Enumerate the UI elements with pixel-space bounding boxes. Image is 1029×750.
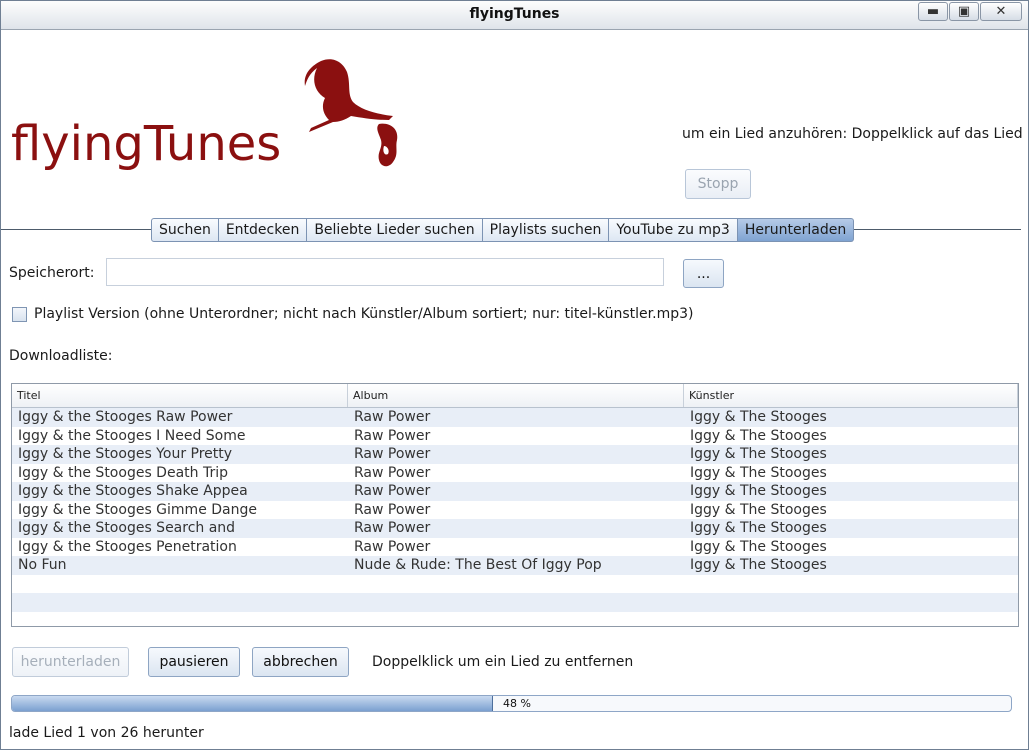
table-row[interactable]: Iggy & the Stooges Search and Raw Power Ig… [12, 519, 1018, 538]
cancel-button[interactable]: abbrechen [252, 647, 349, 677]
table-row-empty [12, 611, 1018, 626]
cell-artist: Iggy & The Stooges [690, 483, 827, 499]
cell-artist: Iggy & The Stooges [690, 501, 827, 518]
table-row[interactable]: Iggy & the Stooges Death Trip Raw Power Ig… [12, 463, 1018, 482]
cell-album: Nude & Rude: The Best Of Iggy Pop [354, 557, 602, 573]
cell-artist: Iggy & The Stooges [690, 427, 827, 444]
cell-title: Iggy & the Stooges Gimme Dange [18, 501, 257, 518]
logo-text: flyingTunes [11, 116, 282, 172]
cell-album: Raw Power [354, 446, 431, 462]
remove-hint: Doppelklick um ein Lied zu entfernen [372, 654, 634, 670]
table-row[interactable]: Iggy & the Stooges Penetration Raw Power I… [12, 537, 1018, 556]
cell-artist: Iggy & The Stooges [690, 538, 827, 555]
progress-text: 48 % [503, 697, 531, 710]
cell-album: Raw Power [354, 520, 431, 536]
cell-title: No Fun [18, 557, 67, 573]
title-bar[interactable]: flyingTunes ▬ ▣ ✕ [1, 1, 1028, 30]
window-title: flyingTunes [469, 6, 560, 22]
status-text: lade Lied 1 von 26 herunter [9, 725, 204, 741]
table-row-empty [12, 593, 1018, 612]
column-header-artist[interactable]: Künstler [684, 384, 1018, 407]
download-progress-bar: 48 % [11, 695, 1012, 712]
table-header: Titel Album Künstler [12, 384, 1018, 408]
table-body: Iggy & the Stooges Raw Power Raw Power Igg… [12, 408, 1018, 626]
tab-herunterladen[interactable]: Herunterladen [737, 218, 855, 242]
progress-fill [12, 696, 493, 711]
tab-entdecken[interactable]: Entdecken [218, 218, 308, 242]
download-button[interactable]: herunterladen [12, 647, 129, 677]
table-row[interactable]: No Fun Nude & Rude: The Best Of Iggy Pop I… [12, 556, 1018, 575]
browse-button[interactable]: ... [683, 259, 724, 288]
cell-album: Raw Power [354, 464, 431, 481]
bird-icon [304, 59, 398, 167]
cell-album: Raw Power [354, 409, 431, 425]
table-row[interactable]: Iggy & the Stooges Raw Power Raw Power Igg… [12, 408, 1018, 427]
cell-title: Iggy & the Stooges Search and [18, 520, 236, 536]
cell-album: Raw Power [354, 483, 431, 499]
cell-artist: Iggy & The Stooges [690, 557, 827, 573]
tab-playlists[interactable]: Playlists suchen [482, 218, 610, 242]
maximize-button[interactable]: ▣ [949, 2, 979, 21]
cell-title: Iggy & the Stooges Penetration [18, 538, 237, 555]
table-row-empty [12, 574, 1018, 593]
column-header-album[interactable]: Album [348, 384, 684, 407]
cell-album: Raw Power [354, 538, 431, 555]
cell-artist: Iggy & The Stooges [690, 446, 827, 462]
cell-artist: Iggy & The Stooges [690, 409, 827, 425]
table-row[interactable]: Iggy & the Stooges I Need Some Raw Power I… [12, 426, 1018, 445]
playlist-checkbox[interactable] [12, 307, 27, 322]
location-label: Speicherort: [9, 265, 95, 281]
download-table[interactable]: Titel Album Künstler Iggy & the Stooges … [11, 383, 1019, 627]
playlist-checkbox-label: Playlist Version (ohne Unterordner; nich… [34, 306, 694, 322]
play-hint: um ein Lied anzuhören: Doppelklick auf d… [682, 126, 1023, 142]
tab-beliebte-lieder[interactable]: Beliebte Lieder suchen [307, 218, 483, 242]
table-row[interactable]: Iggy & the Stooges Gimme Dange Raw Power I… [12, 500, 1018, 519]
pause-button[interactable]: pausieren [148, 647, 240, 677]
close-button[interactable]: ✕ [980, 2, 1022, 21]
cell-title: Iggy & the Stooges Death Trip [18, 464, 228, 481]
tab-suchen[interactable]: Suchen [151, 218, 219, 242]
cell-album: Raw Power [354, 427, 431, 444]
tab-youtube-mp3[interactable]: YouTube zu mp3 [609, 218, 738, 242]
stop-button[interactable]: Stopp [685, 169, 751, 199]
column-header-title[interactable]: Titel [12, 384, 348, 407]
cell-title: Iggy & the Stooges Raw Power [18, 409, 233, 425]
minimize-button[interactable]: ▬ [918, 2, 948, 21]
cell-title: Iggy & the Stooges I Need Some [18, 427, 246, 444]
app-logo: flyingTunes [11, 56, 411, 181]
download-list-label: Downloadliste: [9, 348, 113, 364]
table-row[interactable]: Iggy & the Stooges Your Pretty Raw Power I… [12, 445, 1018, 464]
location-input[interactable] [106, 258, 664, 286]
app-window: flyingTunes ▬ ▣ ✕ flyingTunes um ein Lie… [0, 0, 1029, 750]
cell-artist: Iggy & The Stooges [690, 464, 827, 481]
cell-title: Iggy & the Stooges Shake Appea [18, 483, 248, 499]
cell-artist: Iggy & The Stooges [690, 520, 827, 536]
tab-bar: Suchen Entdecken Beliebte Lieder suchen … [151, 218, 855, 242]
table-row[interactable]: Iggy & the Stooges Shake Appea Raw Power I… [12, 482, 1018, 501]
cell-title: Iggy & the Stooges Your Pretty [18, 446, 233, 462]
cell-album: Raw Power [354, 501, 431, 518]
